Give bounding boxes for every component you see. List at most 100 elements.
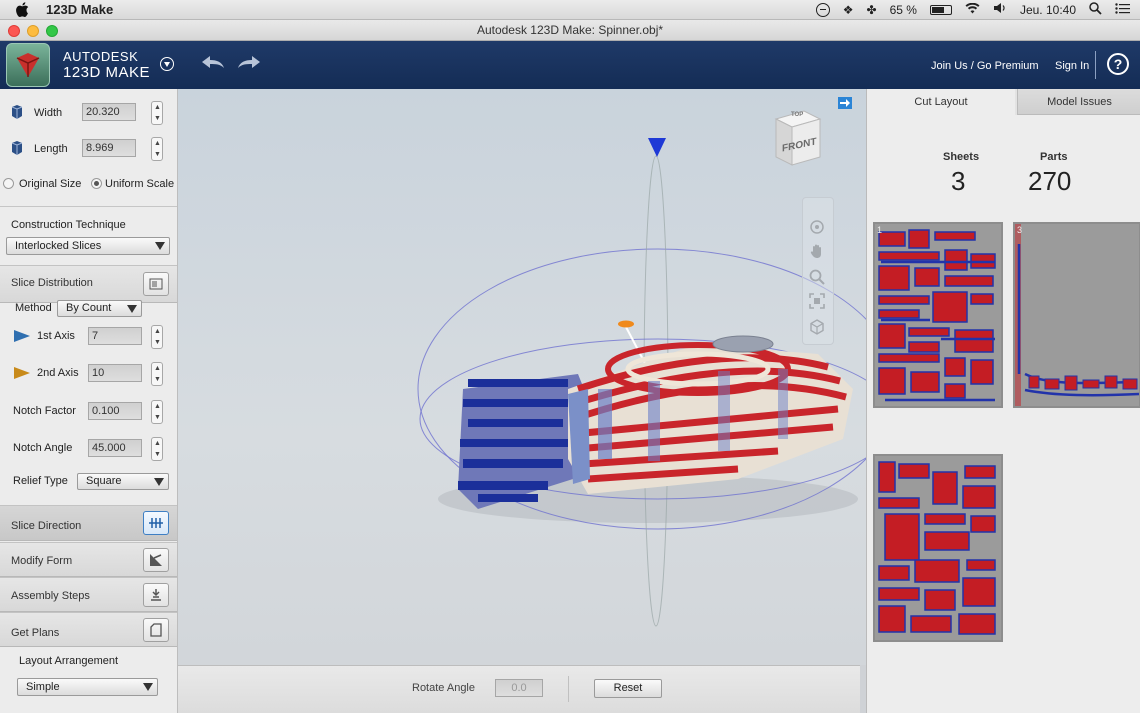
orbit-icon[interactable]	[807, 217, 827, 237]
notification-center-icon[interactable]	[1115, 2, 1130, 17]
get-plans-step[interactable]: Get Plans	[0, 612, 177, 647]
join-premium-link[interactable]: Join Us / Go Premium	[931, 60, 1039, 72]
window-titlebar: Autodesk 123D Make: Spinner.obj*	[0, 20, 1140, 41]
slice-distribution-header[interactable]: Slice Distribution	[0, 265, 177, 303]
sheet-thumbnail-2[interactable]	[873, 454, 1003, 642]
slice-direction-button[interactable]	[143, 511, 169, 535]
relief-type-dropdown[interactable]: Square	[77, 473, 169, 490]
slice-direction-label: Slice Direction	[11, 520, 82, 532]
method-label: Method	[15, 302, 52, 314]
second-axis-arrow-icon	[13, 366, 31, 383]
sign-in-link[interactable]: Sign In	[1055, 60, 1089, 72]
chevron-down-icon	[143, 683, 153, 691]
notch-factor-label: Notch Factor	[13, 405, 76, 417]
first-axis-stepper[interactable]: ▲ ▼	[151, 325, 163, 349]
fit-view-icon[interactable]	[807, 291, 827, 311]
extension-icon[interactable]: ✤	[867, 3, 877, 17]
help-button[interactable]: ?	[1107, 53, 1129, 75]
window-zoom-button[interactable]	[46, 25, 58, 37]
pan-hand-icon[interactable]	[807, 241, 827, 261]
view-mode-icon[interactable]	[807, 317, 827, 337]
app-header: AUTODESK 123D MAKE Join Us / Go Premium …	[0, 41, 1140, 89]
rotate-angle-bar: Rotate Angle 0.0 Reset	[178, 665, 860, 713]
sheet-thumbnail-1[interactable]: 1	[873, 222, 1003, 408]
relief-type-label: Relief Type	[13, 475, 68, 487]
construction-technique-value: Interlocked Slices	[15, 240, 102, 252]
notch-factor-stepper[interactable]: ▲ ▼	[151, 400, 163, 424]
original-size-radio[interactable]	[3, 178, 14, 189]
get-plans-label: Get Plans	[11, 627, 60, 639]
spotlight-search-icon[interactable]	[1089, 1, 1102, 18]
layout-arrangement-label: Layout Arrangement	[19, 655, 119, 667]
width-input[interactable]: 20.320	[82, 103, 136, 121]
first-axis-input[interactable]: 7	[88, 327, 142, 345]
slice-direction-step[interactable]: Slice Direction	[0, 505, 177, 541]
model-view-canvas[interactable]	[178, 89, 866, 665]
rotate-angle-input[interactable]: 0.0	[495, 679, 543, 697]
width-cube-icon	[10, 104, 24, 123]
parts-label: Parts	[1040, 151, 1068, 163]
battery-icon[interactable]	[929, 4, 952, 15]
window-close-button[interactable]	[8, 25, 20, 37]
tab-model-issues[interactable]: Model Issues	[1017, 89, 1140, 115]
length-stepper[interactable]: ▲ ▼	[151, 137, 163, 161]
parts-count: 270	[1028, 166, 1072, 196]
uniform-scale-label[interactable]: Uniform Scale	[105, 178, 174, 190]
sheet-number-1: 1	[877, 225, 883, 235]
tab-cut-layout[interactable]: Cut Layout	[867, 89, 1015, 115]
app-name-menu[interactable]: 123D Make	[46, 2, 113, 17]
second-axis-stepper[interactable]: ▲ ▼	[151, 362, 163, 386]
length-cube-icon	[10, 140, 24, 159]
apple-menu-icon[interactable]	[14, 2, 30, 18]
modify-form-label: Modify Form	[11, 555, 73, 567]
app-menu-dropdown-icon[interactable]	[160, 57, 174, 71]
sheet-thumbnail-3[interactable]: 3	[1013, 222, 1140, 408]
undo-icon[interactable]	[200, 53, 226, 76]
panel-toggle-arrow-icon[interactable]	[838, 97, 852, 109]
3d-viewport[interactable]: TOP FRONT	[178, 89, 866, 665]
notch-factor-input[interactable]: 0.100	[88, 402, 142, 420]
construction-title: Construction Technique	[11, 219, 126, 231]
clock[interactable]: Jeu. 10:40	[1020, 3, 1076, 17]
chevron-down-icon	[154, 478, 164, 486]
macos-menubar: 123D Make ❖ ✤ 65 % Jeu. 10:40	[0, 0, 1140, 20]
assembly-steps-button[interactable]	[143, 583, 169, 607]
layout-arrangement-dropdown[interactable]: Simple	[17, 678, 158, 696]
uniform-scale-radio[interactable]	[91, 178, 102, 189]
brand-autodesk: AUTODESK	[63, 49, 139, 64]
slice-distribution-options-button[interactable]	[143, 272, 169, 296]
chevron-down-icon	[127, 305, 137, 313]
dropbox-icon[interactable]: ❖	[843, 3, 854, 17]
chevron-down-icon	[155, 242, 165, 250]
second-axis-input[interactable]: 10	[88, 364, 142, 382]
window-minimize-button[interactable]	[27, 25, 39, 37]
width-stepper[interactable]: ▲ ▼	[151, 101, 163, 125]
assembly-steps-step[interactable]: Assembly Steps	[0, 577, 177, 612]
modify-form-button[interactable]	[143, 548, 169, 572]
redo-icon[interactable]	[236, 53, 262, 76]
view-cube[interactable]: TOP FRONT	[770, 109, 824, 167]
zoom-icon[interactable]	[807, 267, 827, 287]
notch-angle-stepper[interactable]: ▲ ▼	[151, 437, 163, 461]
get-plans-button[interactable]	[143, 618, 169, 642]
construction-technique-dropdown[interactable]: Interlocked Slices	[6, 237, 170, 255]
wifi-icon[interactable]	[965, 2, 980, 17]
modify-form-step[interactable]: Modify Form	[0, 542, 177, 577]
notch-angle-input[interactable]: 45.000	[88, 439, 142, 457]
view-cube-top-label[interactable]: TOP	[791, 112, 803, 118]
length-input[interactable]: 8.969	[82, 139, 136, 157]
right-results-panel: Cut Layout Model Issues Sheets 3 Parts 2…	[866, 89, 1140, 713]
original-size-label[interactable]: Original Size	[19, 178, 81, 190]
relief-type-value: Square	[86, 475, 122, 487]
reset-button[interactable]: Reset	[594, 679, 662, 698]
header-divider	[1095, 51, 1096, 79]
method-dropdown[interactable]: By Count	[57, 300, 142, 317]
volume-icon[interactable]	[993, 2, 1007, 17]
first-axis-arrow-icon	[13, 329, 31, 346]
app-logo-icon[interactable]	[6, 43, 50, 87]
width-label: Width	[34, 107, 63, 119]
assembly-steps-label: Assembly Steps	[11, 590, 90, 602]
vpn-status-icon[interactable]	[815, 2, 830, 17]
length-label: Length	[34, 143, 68, 155]
method-value: By Count	[66, 302, 112, 314]
